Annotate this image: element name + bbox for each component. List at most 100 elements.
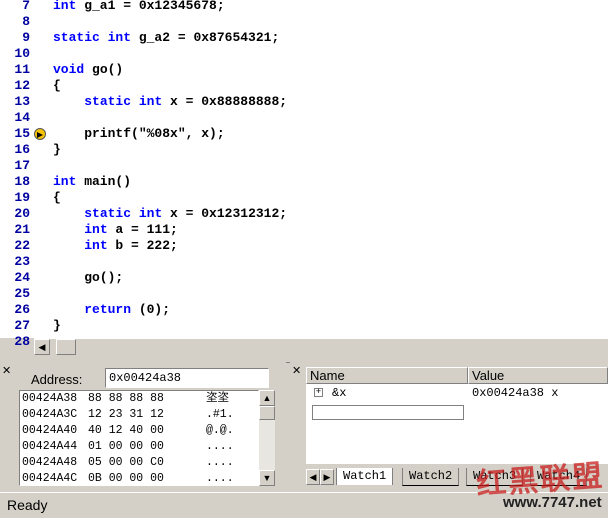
code-text: printf("%08x", x); [53,126,224,142]
code-token: x = 0x88888888; [162,94,288,109]
expand-icon[interactable]: + [314,388,323,397]
keyword-token: int [53,0,77,13]
code-editor[interactable]: 7 int g_a1 = 0x12345678; 8 9 static int g_a2… [0,0,608,349]
close-icon[interactable]: ✕ [292,364,301,377]
watch-row[interactable]: + &x 0x00424a38 x [306,385,608,402]
memory-ascii: 垐垐 [206,392,229,405]
tab-scroll-right-button[interactable]: ▶ [320,469,334,485]
code-token: { [53,190,61,205]
code-line[interactable]: 18 int main() [0,174,608,190]
tab-scroll-left-button[interactable]: ◀ [306,469,320,485]
code-line[interactable]: 12 { [0,78,608,94]
scroll-thumb[interactable] [259,406,275,420]
code-text: static int x = 0x88888888; [53,94,287,110]
keyword-token: return [84,302,132,317]
line-number: 21 [14,222,30,237]
new-watch-input[interactable] [312,405,464,420]
code-line[interactable]: 21 int a = 111; [0,222,608,238]
scroll-left-button[interactable]: ◀ [34,339,50,355]
code-line[interactable]: 23 [0,254,608,270]
code-line[interactable]: 22 int b = 222; [0,238,608,254]
line-number: 20 [14,206,30,221]
code-text: int g_a1 = 0x12345678; [53,0,225,14]
scroll-thumb[interactable] [56,339,76,355]
memory-bytes: 01 00 00 00 [88,440,164,453]
code-line[interactable]: 16} [0,142,608,158]
code-line[interactable]: 19 { [0,190,608,206]
editor-horizontal-scrollbar[interactable]: ◀ [34,338,608,357]
code-line[interactable]: 11 void go() [0,62,608,78]
line-number: 16 [14,142,30,157]
code-line[interactable]: 26 return (0); [0,302,608,318]
keyword-token: static [84,206,132,221]
code-line[interactable]: 17 [0,158,608,174]
line-number: 17 [14,158,30,173]
memory-ascii: @.@. [206,424,234,437]
line-number: 25 [14,286,30,301]
code-line[interactable]: 9 static int g_a2 = 0x87654321; [0,30,608,46]
line-number: 28 [14,334,30,349]
code-line[interactable]: 24 go(); [0,270,608,286]
code-line[interactable]: 15 printf("%08x", x); [0,126,608,142]
keyword-token: int [107,30,132,45]
code-line[interactable]: 13 static int x = 0x88888888; [0,94,608,110]
keyword-token: static [53,30,100,45]
memory-bytes: 05 00 00 C0 [88,456,164,469]
address-input[interactable]: 0x00424a38 [105,368,269,388]
address-label: Address: [31,372,83,387]
code-text: static int x = 0x12312312; [53,206,287,222]
column-header-value[interactable]: Value [468,367,608,384]
memory-ascii: .... [206,456,234,469]
memory-address: 00424A38 [22,392,78,405]
code-line[interactable]: 7 int g_a1 = 0x12345678; [0,0,608,14]
code-text: } [53,142,61,158]
line-number: 11 [14,62,30,77]
watermark-url: www.7747.net [503,494,602,511]
code-token: go(); [53,270,124,285]
code-line[interactable]: 10 [0,46,608,62]
memory-address: 00424A44 [22,440,78,453]
watch-value: 0x00424a38 x [472,386,559,400]
line-number: 27 [14,318,30,333]
line-number: 7 [22,0,30,13]
memory-bytes: 0B 00 00 00 [88,472,164,485]
memory-address: 00424A4C [22,472,78,485]
code-line[interactable]: 25 [0,286,608,302]
close-icon[interactable]: ✕ [2,364,11,377]
code-text: static int g_a2 = 0x87654321; [53,30,279,46]
keyword-token: int [84,222,108,237]
memory-window: ✕ Address: 0x00424a38 00424A38 88 88 88 8… [0,362,286,488]
line-number: 26 [14,302,30,317]
watch-new-row[interactable] [306,403,608,420]
code-line[interactable]: 27} [0,318,608,334]
memory-address: 00424A3C [22,408,78,421]
line-number: 23 [14,254,30,269]
tab-watch2[interactable]: Watch2 [402,468,460,486]
column-header-name[interactable]: Name [306,367,468,384]
memory-bytes: 88 88 88 88 [88,392,164,405]
memory-ascii: .... [206,440,234,453]
code-line[interactable]: 8 [0,14,608,30]
tab-watch1[interactable]: Watch1 [336,468,394,485]
code-text: int b = 222; [53,238,178,254]
keyword-token: int [138,206,163,221]
keyword-token: int [53,174,77,189]
code-token: b = 222; [107,238,178,253]
line-number: 22 [14,238,30,253]
code-text: int a = 111; [53,222,178,238]
scroll-up-button[interactable]: ▲ [259,390,275,406]
code-line[interactable]: 14 [0,110,608,126]
code-token: go() [84,62,124,77]
line-number: 24 [14,270,30,285]
code-token: } [53,142,61,157]
code-line[interactable]: 20 static int x = 0x12312312; [0,206,608,222]
keyword-token: int [84,238,108,253]
line-number: 13 [14,94,30,109]
keyword-token: int [138,94,163,109]
memory-vertical-scrollbar[interactable]: ▲ ▼ [259,390,275,486]
scroll-down-button[interactable]: ▼ [259,470,275,486]
